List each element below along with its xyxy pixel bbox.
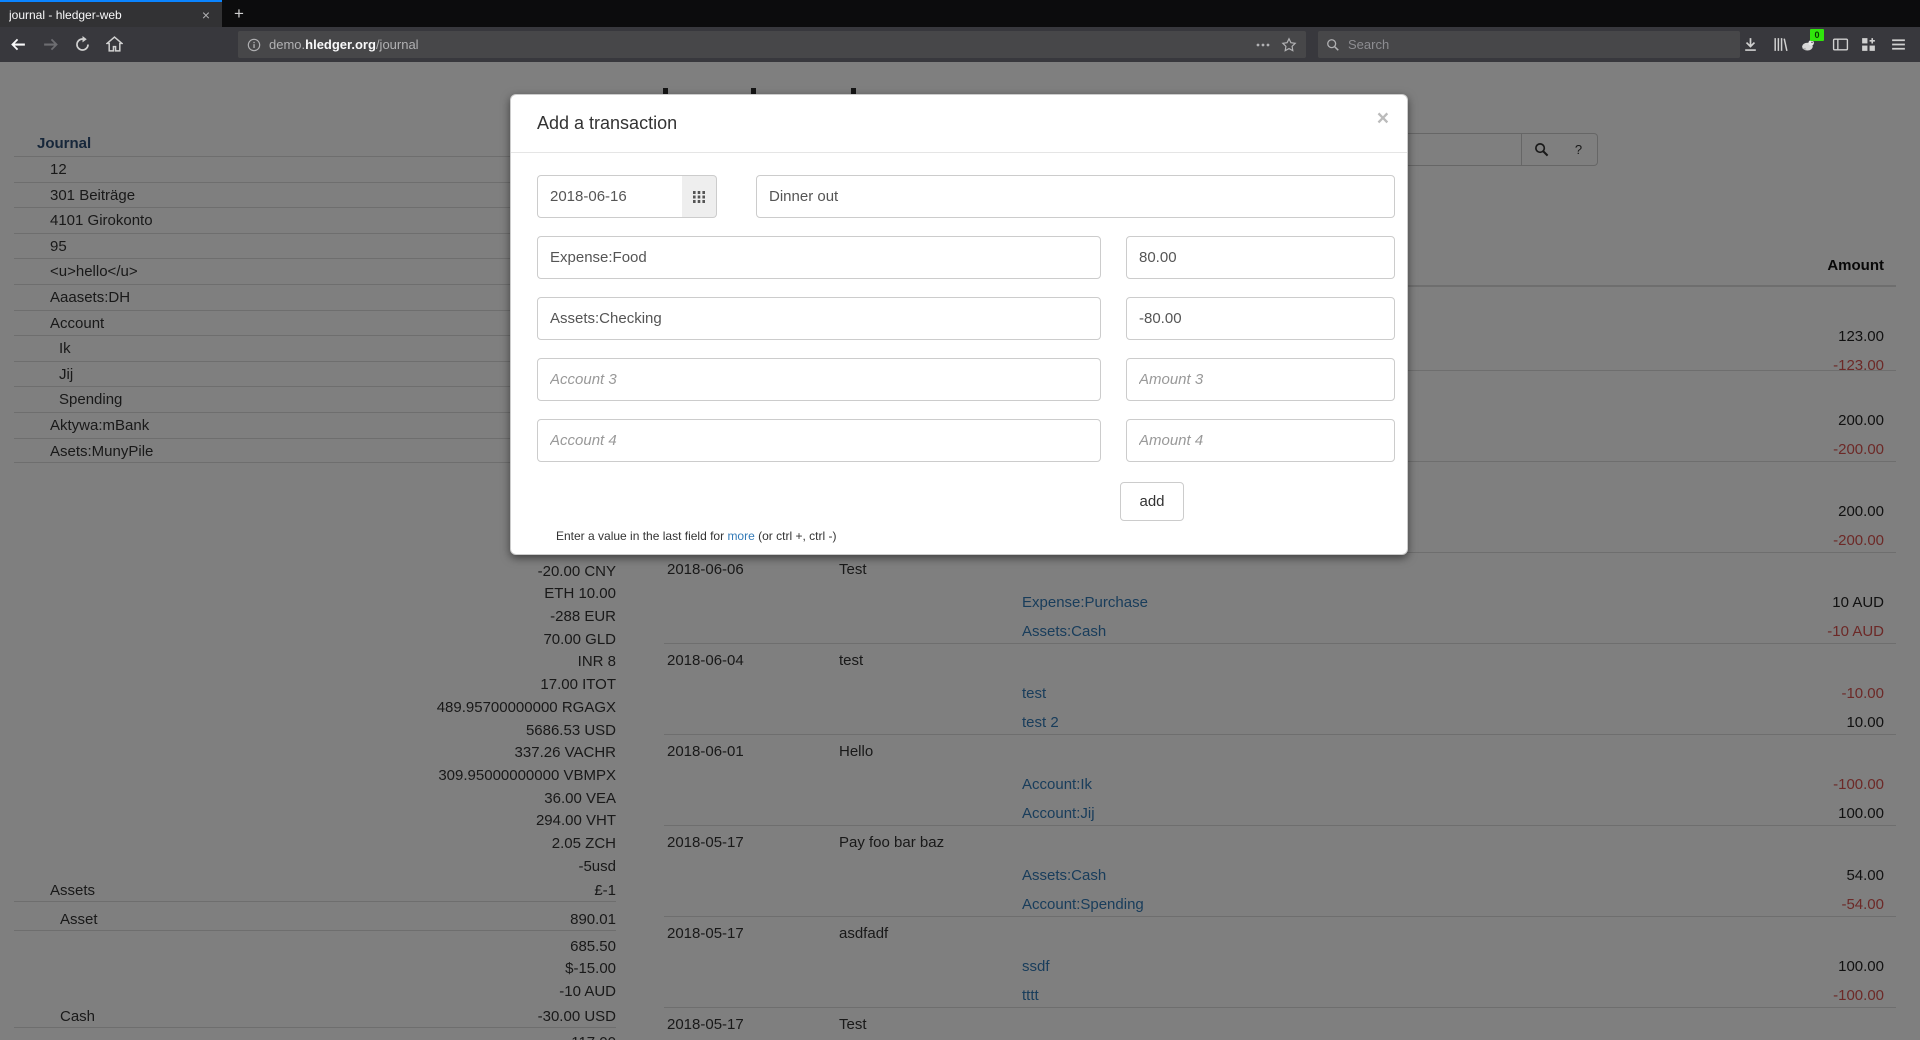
search-icon [1326, 38, 1340, 52]
amount-1-input[interactable] [1126, 236, 1395, 279]
modal-title: Add a transaction [537, 113, 677, 133]
description-input[interactable] [756, 175, 1395, 218]
modal-hint: Enter a value in the last field for more… [556, 529, 836, 543]
date-input[interactable] [537, 175, 683, 218]
new-tab-button[interactable]: + [222, 0, 256, 27]
close-icon[interactable]: × [1377, 107, 1389, 131]
modal-header: Add a transaction × [511, 95, 1407, 153]
amount-3-input[interactable] [1126, 358, 1395, 401]
extension-badge: 0 [1810, 29, 1824, 41]
back-icon[interactable] [10, 36, 27, 53]
reload-icon[interactable] [74, 36, 91, 53]
tab-bar: journal - hledger-web × + [0, 0, 1920, 27]
extensions-add-icon[interactable] [1860, 36, 1877, 53]
url-bar[interactable]: demo.hledger.org/journal [238, 31, 1306, 58]
bookmark-star-icon[interactable] [1281, 37, 1297, 53]
sidebar-toggle-icon[interactable] [1832, 36, 1849, 53]
tab-close-icon[interactable]: × [199, 7, 213, 23]
amount-2-input[interactable] [1126, 297, 1395, 340]
account-2-input[interactable] [537, 297, 1101, 340]
add-button[interactable]: add [1120, 482, 1184, 521]
add-transaction-modal: Add a transaction × add Enter a value in… [510, 94, 1408, 555]
forward-icon[interactable] [42, 36, 59, 53]
account-3-input[interactable] [537, 358, 1101, 401]
url-host: hledger.org [305, 37, 376, 52]
browser-search-bar[interactable]: Search [1318, 31, 1740, 58]
menu-hamburger-icon[interactable] [1890, 36, 1907, 53]
amount-4-input[interactable] [1126, 419, 1395, 462]
site-info-icon[interactable] [247, 38, 261, 52]
downloads-icon[interactable] [1742, 36, 1759, 53]
library-icon[interactable] [1772, 36, 1789, 53]
page-journal: ? Journal 12301 Beiträge4101 Girokonto95… [0, 62, 1920, 1040]
search-placeholder: Search [1348, 37, 1389, 52]
more-link[interactable]: more [727, 529, 754, 543]
browser-tab[interactable]: journal - hledger-web × [0, 0, 222, 27]
tab-title: journal - hledger-web [9, 8, 199, 22]
url-path: /journal [376, 37, 419, 52]
hint-text: Enter a value in the last field for [556, 529, 727, 543]
date-picker-button[interactable] [682, 175, 717, 218]
page-actions-icon[interactable] [1255, 37, 1271, 53]
home-icon[interactable] [106, 36, 123, 53]
browser-toolbar: demo.hledger.org/journal Search 0 [0, 27, 1920, 62]
account-1-input[interactable] [537, 236, 1101, 279]
hint-text-suffix: (or ctrl +, ctrl -) [755, 529, 837, 543]
account-4-input[interactable] [537, 419, 1101, 462]
url-prefix: demo. [269, 37, 305, 52]
